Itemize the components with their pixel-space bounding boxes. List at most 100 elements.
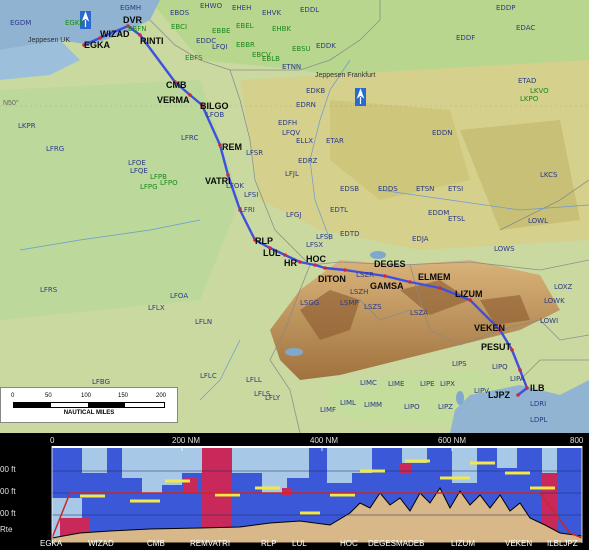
airport-ehbk[interactable]: EHBK bbox=[272, 26, 291, 33]
airport-edac[interactable]: EDAC bbox=[516, 25, 535, 32]
waypoint-verma[interactable]: VERMA bbox=[157, 95, 190, 105]
airport-lipe[interactable]: LIPE bbox=[420, 381, 435, 388]
airport-edsb[interactable]: EDSB bbox=[340, 186, 359, 193]
waypoint-pesut[interactable]: PESUT bbox=[481, 342, 511, 352]
airport-lfrc[interactable]: LFRC bbox=[181, 135, 198, 142]
waypoint-egka[interactable]: EGKA bbox=[84, 40, 110, 50]
airport-edds[interactable]: EDDS bbox=[378, 186, 398, 193]
airport-egmh[interactable]: EGMH bbox=[120, 5, 141, 12]
airport-etsi[interactable]: ETSI bbox=[448, 186, 463, 193]
airport-lfqi[interactable]: LFQI bbox=[212, 44, 228, 51]
airport-lkpo[interactable]: LKPO bbox=[520, 96, 538, 103]
waypoint-rlp[interactable]: RLP bbox=[255, 236, 273, 246]
airport-ldri[interactable]: LDRI bbox=[530, 401, 546, 408]
airport-lfqe[interactable]: LFQE bbox=[130, 168, 148, 175]
airport-lfbg[interactable]: LFBG bbox=[92, 379, 110, 386]
waypoint-gamsa[interactable]: GAMSA bbox=[370, 281, 404, 291]
airport-etsl[interactable]: ETSL bbox=[448, 216, 465, 223]
airport-lfqv[interactable]: LFQV bbox=[282, 130, 300, 137]
waypoint-diton[interactable]: DITON bbox=[318, 274, 346, 284]
airport-etnn[interactable]: ETNN bbox=[282, 64, 301, 71]
airport-lfsr[interactable]: LFSR bbox=[246, 150, 263, 157]
airport-edkb[interactable]: EDKB bbox=[306, 88, 325, 95]
airport-ebfs[interactable]: EBFS bbox=[185, 55, 203, 62]
airport-lipx[interactable]: LIPX bbox=[440, 381, 455, 388]
waypoint-ljpz[interactable]: LJPZ bbox=[488, 390, 510, 400]
waypoint-bilgo[interactable]: BILGO bbox=[200, 101, 229, 111]
airport-lszh[interactable]: LSZH bbox=[350, 289, 368, 296]
airport-ehwo[interactable]: EHWO bbox=[200, 3, 222, 10]
airport-lfln[interactable]: LFLN bbox=[195, 319, 212, 326]
airport-lkpr[interactable]: LKPR bbox=[18, 123, 36, 130]
airport-ldpl[interactable]: LDPL bbox=[530, 417, 547, 424]
airport-etar[interactable]: ETAR bbox=[326, 138, 344, 145]
airport-lipz[interactable]: LIPZ bbox=[438, 404, 453, 411]
airport-lipq[interactable]: LIPQ bbox=[492, 364, 508, 371]
airport-eddk[interactable]: EDDK bbox=[316, 43, 336, 50]
airport-lfgj[interactable]: LFGJ bbox=[286, 212, 301, 219]
airport-lipo[interactable]: LIPO bbox=[404, 404, 420, 411]
airport-lipa[interactable]: LIPA bbox=[510, 376, 525, 383]
airport-edja[interactable]: EDJA bbox=[412, 236, 429, 243]
airport-ebci[interactable]: EBCI bbox=[171, 24, 187, 31]
airport-eddf[interactable]: EDDF bbox=[456, 35, 475, 42]
airport-edfh[interactable]: EDFH bbox=[278, 120, 297, 127]
airport-edtd[interactable]: EDTD bbox=[340, 231, 359, 238]
airport-lfrg[interactable]: LFRG bbox=[46, 146, 64, 153]
airport-lowl[interactable]: LOWL bbox=[528, 218, 548, 225]
airport-liml[interactable]: LIML bbox=[340, 400, 356, 407]
waypoint-dvr[interactable]: DVR bbox=[123, 15, 142, 25]
airport-lflx[interactable]: LFLX bbox=[148, 305, 165, 312]
waypoint-deges[interactable]: DEGES bbox=[374, 259, 406, 269]
waypoint-cmb[interactable]: CMB bbox=[166, 80, 187, 90]
airport-egkk[interactable]: EGKK bbox=[65, 20, 84, 27]
waypoint-elmem[interactable]: ELMEM bbox=[418, 272, 451, 282]
airport-lsgg[interactable]: LSGG bbox=[300, 300, 319, 307]
airport-limf[interactable]: LIMF bbox=[320, 407, 336, 414]
airport-edtl[interactable]: EDTL bbox=[330, 207, 348, 214]
airport-lowi[interactable]: LOWI bbox=[540, 318, 558, 325]
airport-eheh[interactable]: EHEH bbox=[232, 5, 251, 12]
airport-lfri[interactable]: LFRI bbox=[240, 207, 255, 214]
airport-limc[interactable]: LIMC bbox=[360, 380, 377, 387]
airport-lips[interactable]: LIPS bbox=[452, 361, 467, 368]
airport-etad[interactable]: ETAD bbox=[518, 78, 536, 85]
airport-lfpo[interactable]: LFPO bbox=[160, 180, 178, 187]
waypoint-hr[interactable]: HR bbox=[284, 258, 297, 268]
airport-ebos[interactable]: EBOS bbox=[170, 10, 189, 17]
airport-lfsi[interactable]: LFSI bbox=[244, 192, 258, 199]
airport-edrz[interactable]: EDRZ bbox=[298, 158, 317, 165]
airport-eddl[interactable]: EDDL bbox=[300, 7, 319, 14]
airport-lfoe[interactable]: LFOE bbox=[128, 160, 146, 167]
waypoint-vatri[interactable]: VATRI bbox=[205, 176, 231, 186]
airport-lfsx[interactable]: LFSX bbox=[306, 242, 323, 249]
airport-lfoa[interactable]: LFOA bbox=[170, 293, 188, 300]
airport-eddm[interactable]: EDDM bbox=[428, 210, 449, 217]
waypoint-wizad[interactable]: WIZAD bbox=[100, 29, 130, 39]
airport-lfob[interactable]: LFOB bbox=[206, 112, 224, 119]
waypoint-rem[interactable]: REM bbox=[222, 142, 242, 152]
airport-ebel[interactable]: EBEL bbox=[236, 23, 254, 30]
airport-lsmp[interactable]: LSMP bbox=[340, 300, 359, 307]
airport-lfjl[interactable]: LFJL bbox=[285, 171, 299, 178]
airport-lszr[interactable]: LSZR bbox=[356, 272, 374, 279]
airport-eddp[interactable]: EDDP bbox=[496, 5, 515, 12]
airport-limm[interactable]: LIMM bbox=[364, 402, 382, 409]
waypoint-rinti[interactable]: RINTI bbox=[140, 36, 164, 46]
airport-lkcs[interactable]: LKCS bbox=[540, 172, 557, 179]
airport-edrn[interactable]: EDRN bbox=[296, 102, 316, 109]
waypoint-hoc[interactable]: HOC bbox=[306, 254, 326, 264]
airport-etsn[interactable]: ETSN bbox=[416, 186, 434, 193]
airport-lfll[interactable]: LFLL bbox=[246, 377, 262, 384]
airport-lipv[interactable]: LIPV bbox=[474, 388, 489, 395]
vertical-profile[interactable]: 0 200 NM 400 NM 600 NM 800 00 ft 00 ft 0… bbox=[0, 433, 589, 550]
waypoint-ilb[interactable]: ILB bbox=[530, 383, 545, 393]
airport-ebsu[interactable]: EBSU bbox=[292, 46, 311, 53]
route-map[interactable]: EGMH EBOS EHWO EHEH EHVK EDDL EDDP EGDM EGKK EBFN… bbox=[0, 0, 589, 433]
airport-lows[interactable]: LOWS bbox=[494, 246, 515, 253]
airport-lflc[interactable]: LFLC bbox=[200, 373, 217, 380]
airport-lfly[interactable]: LFLY bbox=[265, 395, 280, 402]
airport-lsza[interactable]: LSZA bbox=[410, 310, 428, 317]
airport-lszs[interactable]: LSZS bbox=[364, 304, 382, 311]
airport-ebbe[interactable]: EBBE bbox=[212, 28, 230, 35]
